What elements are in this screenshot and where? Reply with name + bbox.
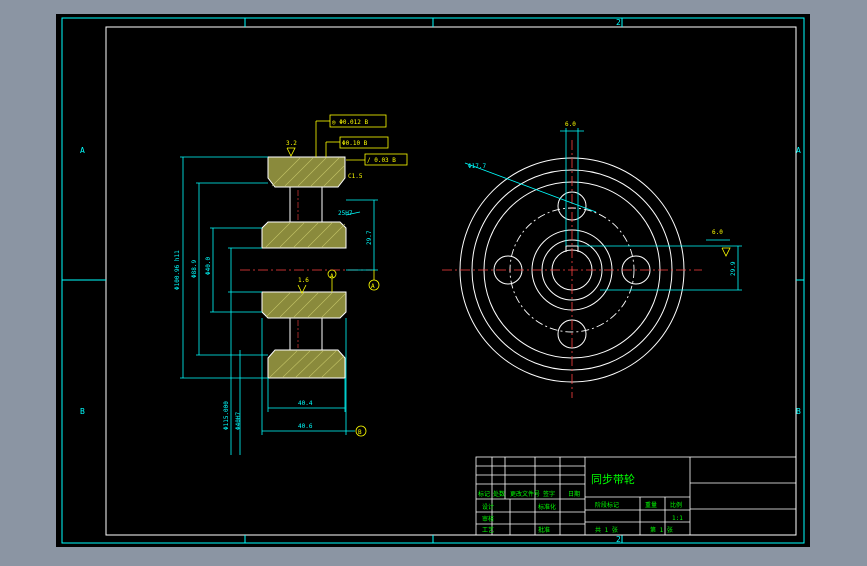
row-approve: 批准	[538, 526, 550, 534]
sheet-background	[56, 14, 810, 547]
width-inner-label: 40.4	[298, 400, 313, 407]
tolerance-2-text: Φ0.10 B	[342, 140, 368, 147]
side-dim-label: Φ40H7	[235, 412, 242, 430]
rim-top-section	[267, 156, 346, 188]
datum-a-circle: A	[371, 283, 375, 290]
zone-label-right-b: B	[796, 407, 801, 416]
row-process: 工艺	[482, 526, 494, 534]
tolerance-1-text: ◎ Φ0.012 B	[332, 119, 369, 126]
cad-viewport: 2 2 A B A B 3.2 1.6 ◎ Φ0.012 B Φ0.10 B /…	[0, 0, 867, 562]
sheet-number: 第 1 张	[650, 526, 673, 534]
zone-label-right-a: A	[796, 146, 801, 155]
finish-mid-label: 1.6	[298, 277, 309, 284]
row-design: 设计	[482, 503, 494, 511]
header-zone: 更改文件号	[510, 490, 540, 498]
bore-code-label: 25H7	[338, 210, 353, 217]
header-count: 处数	[493, 490, 505, 498]
scale-label: 比例	[670, 501, 682, 509]
width-outer-label: 40.6	[298, 423, 313, 430]
web-upper	[289, 186, 323, 223]
drawing-canvas: 2 2 A B A B 3.2 1.6 ◎ Φ0.012 B Φ0.10 B /…	[56, 14, 810, 547]
tolerance-3-text: / 0.03 B	[367, 157, 396, 164]
hub-dim-label: Φ88.9	[191, 260, 198, 278]
header-date: 日期	[568, 490, 580, 498]
header-mark: 标记	[478, 490, 490, 498]
datum-a-flag: A	[330, 273, 334, 280]
slot-depth-label: 29.7	[366, 230, 373, 245]
od-dim-label: Φ100.96 h11	[174, 250, 181, 290]
header-sign: 签字	[543, 490, 555, 498]
sheets-total: 共 1 张	[595, 526, 618, 534]
hub-top-section	[261, 221, 347, 249]
zone-label-left-b: B	[80, 407, 85, 416]
stage-label: 阶段标记	[595, 501, 619, 509]
bore-dim-label: Φ40.0	[205, 257, 212, 275]
zone-label-left-a: A	[80, 146, 85, 155]
weight-label: 重量	[645, 501, 657, 509]
chamfer-label: C1.5	[348, 173, 363, 180]
finish-top-label: 3.2	[286, 140, 297, 147]
datum-b-circle: B	[358, 429, 362, 436]
part-name: 同步带轮	[591, 472, 635, 486]
bottom-dim-label: Φ115.000	[223, 401, 230, 430]
row-check: 审核	[482, 515, 494, 523]
hole-dia-label: Φ17.7	[468, 163, 486, 170]
web-lower	[289, 317, 323, 351]
zone-label-top: 2	[616, 18, 621, 27]
row-std: 标准化	[538, 503, 556, 511]
hub-bottom-section	[261, 291, 347, 319]
right-dim-label: 29.9	[730, 261, 737, 276]
scale-value: 1:1	[672, 515, 683, 522]
keyway-label: 6.0	[712, 229, 723, 236]
front-top-dim: 6.0	[565, 121, 576, 128]
zone-label-bottom: 2	[616, 535, 621, 544]
